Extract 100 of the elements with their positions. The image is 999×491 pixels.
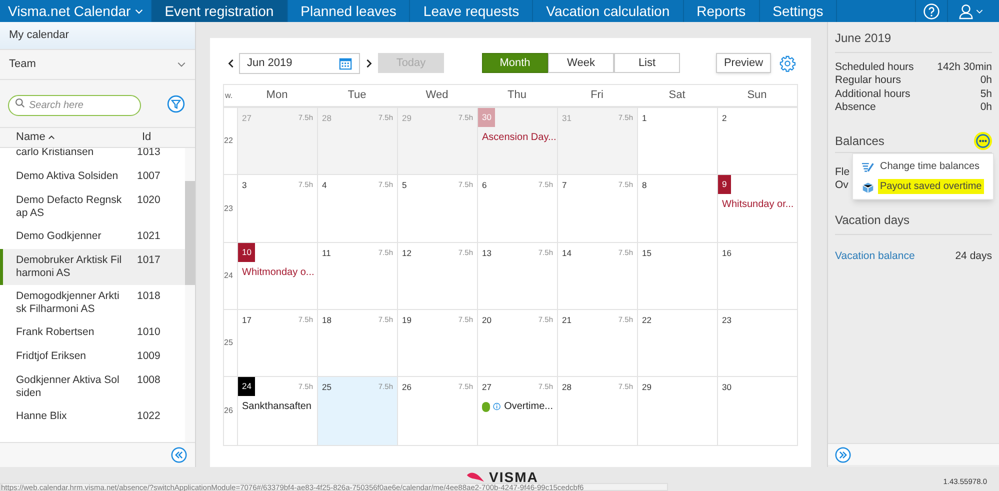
event-label: Overtime... <box>504 400 553 414</box>
nav-tab[interactable]: Leave requests <box>410 0 534 22</box>
view-tab[interactable]: Week <box>548 53 614 73</box>
day-number: 1 <box>642 112 647 125</box>
day-number: 15 <box>642 247 652 260</box>
holiday-label: Whitsunday or... <box>722 198 793 212</box>
balance-label: Fle <box>835 166 850 178</box>
day-cell[interactable]: 22 <box>637 309 717 376</box>
team-member-row[interactable]: Fridtjof Eriksen 1009 <box>0 345 185 369</box>
member-id: 1020 <box>137 194 160 208</box>
day-number: 16 <box>722 247 732 260</box>
team-member-row[interactable]: Godkjenner Aktiva Solsiden 1008 <box>0 369 185 405</box>
day-cell[interactable]: 9 Whitsunday or... <box>717 174 797 242</box>
nav-tab[interactable]: Planned leaves <box>288 0 410 22</box>
day-number: 23 <box>722 314 732 327</box>
member-id: 1018 <box>137 290 160 304</box>
logo-text: VISMA <box>489 470 538 484</box>
balance-label: Ov <box>835 179 848 192</box>
hours-label: Additional hours <box>835 88 910 102</box>
day-cell[interactable]: 30 Ascension Day... <box>477 107 557 174</box>
day-number: 18 <box>322 314 332 327</box>
team-dropdown[interactable]: Team <box>0 50 195 80</box>
weekday-header: Wed <box>426 88 448 104</box>
hours-label: Scheduled hours <box>835 60 914 74</box>
day-number: 3 <box>242 179 247 192</box>
day-number: 28 <box>562 381 572 394</box>
weekday-header: Tue <box>348 88 366 104</box>
view-tab[interactable]: Month <box>482 53 548 73</box>
week-column-header: w. <box>224 90 233 102</box>
day-number: 21 <box>562 314 572 327</box>
member-name: Demo Defacto Regnskap AS <box>16 194 123 220</box>
member-name: Godkjenner Aktiva Solsiden <box>16 374 120 400</box>
day-number: 22 <box>642 314 652 327</box>
date-badge: 10 <box>238 243 256 262</box>
day-cell[interactable]: 30 <box>717 376 797 445</box>
weekday-header: Mon <box>266 88 288 104</box>
day-cell[interactable]: 8 <box>637 174 717 242</box>
team-member-row[interactable]: Demogodkjenner Arktisk Filharmoni AS 1018 <box>0 285 185 321</box>
event-label: Sankthansaften <box>242 400 312 414</box>
day-cell[interactable]: 23 <box>717 309 797 376</box>
day-number: 29 <box>402 112 412 125</box>
day-cell[interactable]: 2 <box>717 107 797 174</box>
team-member-row[interactable]: Demo Defacto Regnskap AS 1020 <box>0 189 185 225</box>
member-name: Demobruker Arktisk Filharmoni AS <box>16 254 123 280</box>
day-cell[interactable]: 10 Whitmonday o... <box>237 242 317 309</box>
day-cell[interactable]: 1 <box>637 107 717 174</box>
view-tab[interactable]: List <box>614 53 680 73</box>
day-number: 29 <box>642 381 652 394</box>
day-number: 13 <box>482 247 492 260</box>
member-id: 1021 <box>137 230 160 244</box>
day-number: 27 <box>242 112 252 125</box>
member-id: 1022 <box>137 410 160 424</box>
team-member-row[interactable]: Hanne Blix 1022 <box>0 405 185 429</box>
team-member-row[interactable]: Demobruker Arktisk Filharmoni AS 1017 <box>0 249 185 285</box>
team-member-row[interactable]: Frank Robertsen 1010 <box>0 321 185 345</box>
member-id: 1013 <box>137 148 160 160</box>
hours-label: Regular hours <box>835 74 901 88</box>
period-field[interactable]: Jun 2019 <box>239 52 360 74</box>
day-number: 31 <box>562 112 572 125</box>
date-badge: 9 <box>718 175 731 194</box>
day-cell[interactable]: 29 <box>637 376 717 445</box>
hours-value: 5h <box>980 88 992 102</box>
member-name: Fridtjof Eriksen <box>16 350 88 364</box>
day-number: 4 <box>322 179 327 192</box>
member-name: Demo Godkjenner <box>16 230 102 244</box>
week-number: 25 <box>224 337 233 349</box>
team-member-row[interactable]: Demo Godkjenner 1021 <box>0 225 185 249</box>
weekday-header: Sat <box>668 88 686 104</box>
my-calendar-item[interactable]: My calendar <box>0 22 195 50</box>
day-number: 28 <box>322 112 332 125</box>
search-field[interactable]: Search here <box>8 94 141 116</box>
nav-tab[interactable]: Vacation calculation <box>533 0 684 22</box>
hours-value: 0h <box>980 101 992 115</box>
team-member-row[interactable]: Demo Aktiva Solsiden 1007 <box>0 165 185 189</box>
member-id: 1017 <box>137 254 160 268</box>
nav-tab[interactable]: Reports <box>684 0 760 22</box>
member-id: 1008 <box>137 374 160 388</box>
name-column-header[interactable]: Name <box>16 129 142 146</box>
day-number: 17 <box>242 314 252 327</box>
day-number: 30 <box>722 381 732 394</box>
nav-tab[interactable]: Event registration <box>152 0 288 22</box>
week-number: 22 <box>224 135 233 147</box>
day-cell[interactable]: 15 <box>637 242 717 309</box>
id-column-header[interactable]: Id <box>142 129 152 146</box>
day-number: 5 <box>402 179 407 192</box>
day-cell[interactable]: 16 <box>717 242 797 309</box>
day-number: 2 <box>722 112 727 125</box>
day-number: 26 <box>402 381 412 394</box>
day-number: 6 <box>482 179 487 192</box>
week-number: 26 <box>224 405 233 417</box>
day-number: 7 <box>562 179 567 192</box>
section-title: Balances <box>835 132 884 150</box>
weekday-header: Thu <box>508 88 526 104</box>
hours-value: 142h 30min <box>937 60 992 74</box>
week-number: 23 <box>224 202 233 214</box>
member-name: Demogodkjenner Arktisk Filharmoni AS <box>16 290 120 316</box>
vacation-balance-link[interactable]: Vacation balance <box>835 248 915 264</box>
menu-item[interactable]: Change time balances <box>861 159 985 174</box>
hours-value: 0h <box>980 74 992 88</box>
preview-button[interactable]: Preview <box>716 53 771 73</box>
